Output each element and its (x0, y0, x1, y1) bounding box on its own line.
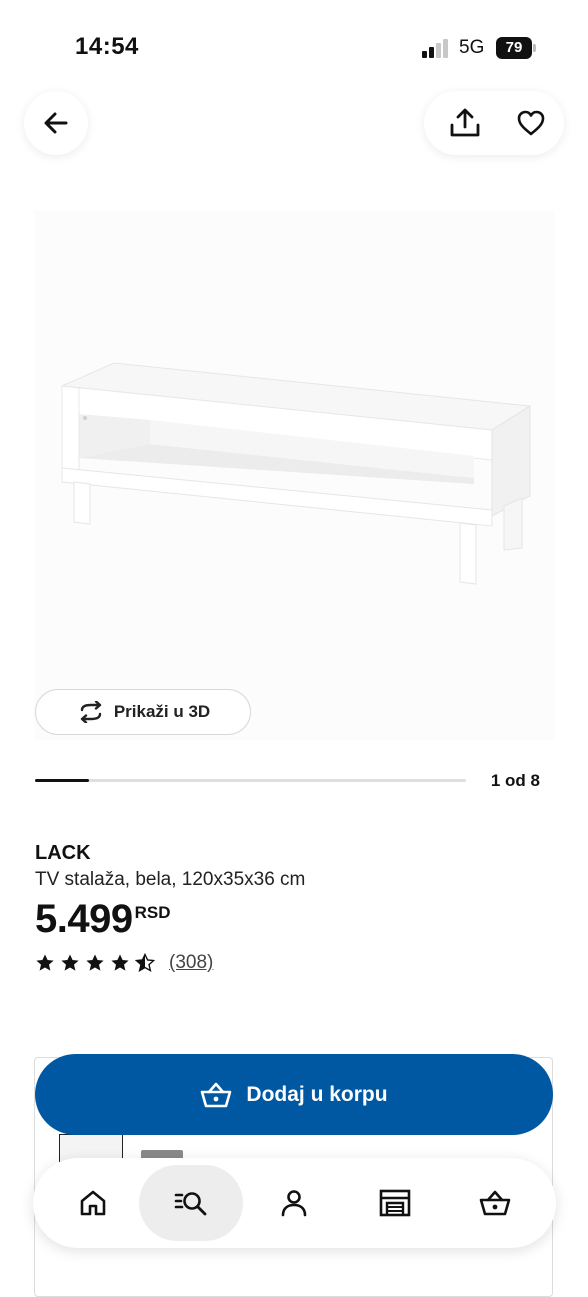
review-count: (308) (169, 952, 214, 973)
price-currency: RSD (134, 903, 171, 922)
bottom-navigation (33, 1158, 556, 1248)
battery-level: 79 (496, 37, 532, 59)
nav-stores[interactable] (343, 1165, 447, 1241)
basket-icon (201, 1082, 232, 1107)
view-3d-label: Prikaži u 3D (113, 702, 211, 721)
review-count-link[interactable]: (308) (169, 952, 213, 974)
cellular-signal-icon (422, 39, 448, 58)
nav-profile[interactable] (242, 1165, 346, 1241)
nav-search[interactable] (139, 1165, 243, 1241)
star-full-icon (111, 954, 129, 971)
price-value: 5.499 (35, 897, 133, 941)
share-icon (450, 108, 480, 137)
share-button[interactable] (436, 91, 494, 155)
product-rating[interactable]: (308) (35, 952, 213, 974)
rotate-3d-icon (80, 701, 102, 723)
battery-tip (533, 44, 536, 52)
star-full-icon (86, 954, 104, 971)
gallery-progress-fill (35, 779, 89, 782)
gallery-progress-track (35, 779, 466, 782)
product-price: 5.499 RSD (35, 897, 171, 941)
star-full-icon (36, 954, 54, 971)
gallery-position: 1 od 8 (490, 771, 540, 790)
search-list-icon (174, 1192, 207, 1216)
arrow-left-icon (44, 112, 68, 134)
battery-icon: 79 (496, 37, 538, 59)
tv-bench-illustration (60, 362, 532, 585)
heart-icon (517, 110, 545, 136)
network-type: 5G (459, 37, 485, 58)
user-icon (281, 1190, 307, 1217)
view-3d-button[interactable]: Prikaži u 3D (35, 689, 251, 735)
add-to-cart-label: Dodaj u korpu (246, 1082, 388, 1106)
status-time: 14:54 (75, 33, 139, 60)
status-bar: 14:54 5G 79 (0, 0, 588, 90)
star-half-icon (135, 953, 155, 973)
add-to-cart-button[interactable]: Dodaj u korpu (35, 1054, 553, 1135)
product-image[interactable] (34, 210, 554, 740)
favorite-button[interactable] (502, 91, 560, 155)
rating-stars (35, 953, 155, 973)
product-name: LACK (35, 842, 91, 864)
nav-cart[interactable] (443, 1165, 547, 1241)
product-description: TV stalaža, bela, 120x35x36 cm (35, 869, 306, 890)
back-button[interactable] (24, 91, 88, 155)
store-icon (379, 1189, 411, 1217)
header-actions (424, 91, 564, 155)
star-full-icon (61, 954, 79, 971)
nav-home[interactable] (41, 1165, 145, 1241)
basket-icon (479, 1190, 511, 1216)
home-icon (80, 1190, 106, 1216)
